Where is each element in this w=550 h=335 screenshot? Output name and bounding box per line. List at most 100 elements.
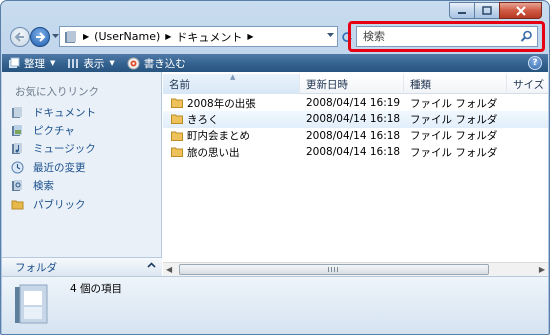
column-header-type[interactable]: 種類 <box>404 74 507 94</box>
burn-label: 書き込む <box>143 57 186 70</box>
folder-icon <box>171 147 183 158</box>
file-date: 2008/04/14 16:18 <box>306 146 401 159</box>
organize-button[interactable]: 整理 ▼ <box>2 54 61 72</box>
horizontal-scrollbar[interactable]: ◀ ▶ <box>163 262 548 276</box>
column-header-label: サイズ <box>513 78 545 91</box>
favorite-links-list: ドキュメント ピクチャ ミュージック 最近の変更 検索 パブリック <box>10 103 96 213</box>
organize-dropdown-icon: ▼ <box>50 59 56 67</box>
music-icon <box>10 142 24 156</box>
public-folder-icon <box>10 197 24 211</box>
file-row[interactable]: 2008年の出張 2008/04/14 16:19 ファイル フォルダ <box>163 95 548 111</box>
search-input[interactable] <box>363 27 523 46</box>
favorite-link-label: ミュージック <box>33 143 96 156</box>
breadcrumb-separator-icon[interactable]: ▶ <box>165 32 171 41</box>
favorite-link-recent[interactable]: 最近の変更 <box>10 158 96 176</box>
back-arrow-icon <box>14 32 24 42</box>
burn-button[interactable]: 書き込む <box>121 54 192 72</box>
favorite-link-music[interactable]: ミュージック <box>10 140 96 158</box>
breadcrumb-user[interactable]: (UserName) <box>94 30 160 43</box>
breadcrumb-separator-icon[interactable]: ▶ <box>83 32 89 41</box>
scroll-left-icon[interactable]: ◀ <box>166 265 172 274</box>
documents-folder-icon <box>15 284 48 324</box>
recent-icon <box>10 160 24 174</box>
column-headers: ▲ 名前 更新日時 種類 サイズ <box>163 73 548 94</box>
file-type: ファイル フォルダ <box>410 146 498 159</box>
file-name-cell[interactable]: 2008年の出張 <box>163 96 300 111</box>
favorite-link-label: ピクチャ <box>33 125 75 138</box>
close-button[interactable] <box>499 2 542 19</box>
scrollbar-grip-icon <box>328 267 338 272</box>
forward-button[interactable] <box>30 27 50 47</box>
maximize-icon <box>482 6 492 15</box>
folders-label: フォルダ <box>15 261 57 274</box>
breadcrumb-documents[interactable]: ドキュメント <box>176 29 242 45</box>
chevron-up-icon <box>147 262 156 268</box>
view-label: 表示 <box>83 57 105 70</box>
minimize-button[interactable] <box>449 2 475 19</box>
address-bar[interactable]: ▶ (UserName) ▶ ドキュメント ▶ <box>59 26 338 47</box>
column-header-name[interactable]: ▲ 名前 <box>163 73 300 94</box>
column-header-date[interactable]: 更新日時 <box>300 74 404 94</box>
minimize-icon <box>458 11 466 14</box>
maximize-button[interactable] <box>474 2 500 19</box>
file-row[interactable]: きろく 2008/04/14 16:18 ファイル フォルダ <box>163 111 548 128</box>
search-icon[interactable] <box>520 30 533 43</box>
file-date: 2008/04/14 16:19 <box>306 97 401 110</box>
forward-arrow-icon <box>36 32 46 42</box>
file-type: ファイル フォルダ <box>410 130 498 143</box>
file-row[interactable]: 旅の思い出 2008/04/14 16:18 ファイル フォルダ <box>163 144 548 160</box>
caption-buttons <box>449 2 542 19</box>
favorite-link-label: パブリック <box>33 198 86 211</box>
pictures-icon <box>10 124 24 138</box>
file-name-cell[interactable]: 旅の思い出 <box>163 145 300 160</box>
file-date: 2008/04/14 16:18 <box>306 113 401 126</box>
view-icon <box>68 58 79 68</box>
column-header-label: 名前 <box>169 78 190 91</box>
recent-pages-chevron-icon[interactable] <box>52 34 59 39</box>
view-button[interactable]: 表示 ▼ <box>61 54 120 72</box>
folder-icon <box>171 98 183 109</box>
breadcrumb-separator-icon[interactable]: ▶ <box>247 32 253 41</box>
help-button[interactable]: ? <box>528 56 542 70</box>
help-icon: ? <box>532 58 538 68</box>
file-name-cell[interactable]: 町内会まとめ <box>163 128 300 143</box>
sort-ascending-icon: ▲ <box>230 73 236 81</box>
file-name: きろく <box>187 113 219 126</box>
column-header-label: 種類 <box>410 78 431 91</box>
back-button[interactable] <box>10 27 30 47</box>
view-dropdown-icon: ▼ <box>109 59 115 67</box>
scroll-right-icon[interactable]: ▶ <box>539 265 545 274</box>
close-icon <box>515 5 526 16</box>
search-box[interactable] <box>356 26 538 47</box>
file-name: 旅の思い出 <box>187 146 240 159</box>
organize-label: 整理 <box>24 57 45 70</box>
file-name: 町内会まとめ <box>187 130 250 143</box>
favorite-link-label: 最近の変更 <box>33 161 86 174</box>
address-dropdown-icon[interactable] <box>327 33 334 38</box>
file-name-cell[interactable]: きろく <box>163 112 300 127</box>
file-name: 2008年の出張 <box>187 97 256 110</box>
file-rows: 2008年の出張 2008/04/14 16:19 ファイル フォルダ きろく … <box>163 95 548 160</box>
column-header-label: 更新日時 <box>306 78 348 91</box>
burn-icon <box>127 57 140 69</box>
explorer-body: お気に入りリンク ドキュメント ピクチャ ミュージック 最近の変更 検索 パブリ… <box>2 72 548 276</box>
column-header-size[interactable]: サイズ <box>507 74 548 94</box>
item-count: 4 個の項目 <box>70 283 123 295</box>
file-date: 2008/04/14 16:18 <box>306 129 401 142</box>
searches-icon <box>10 179 24 193</box>
documents-icon <box>10 105 24 119</box>
details-pane: 4 個の項目 <box>2 276 548 334</box>
file-type: ファイル フォルダ <box>410 113 498 126</box>
organize-icon <box>9 57 20 68</box>
folder-icon <box>171 114 183 125</box>
file-row[interactable]: 町内会まとめ 2008/04/14 16:18 ファイル フォルダ <box>163 128 548 144</box>
favorite-links-header: お気に入りリンク <box>15 86 99 98</box>
folder-icon <box>171 131 183 141</box>
scrollbar-thumb[interactable] <box>179 264 489 275</box>
folders-toggle[interactable]: フォルダ <box>2 257 162 276</box>
favorite-link-pictures[interactable]: ピクチャ <box>10 121 96 139</box>
explorer-window: ▶ (UserName) ▶ ドキュメント ▶ 整理 ▼ 表示 ▼ <box>0 0 550 335</box>
favorite-link-searches[interactable]: 検索 <box>10 177 96 195</box>
favorite-link-public[interactable]: パブリック <box>10 195 96 213</box>
favorite-link-documents[interactable]: ドキュメント <box>10 103 96 121</box>
